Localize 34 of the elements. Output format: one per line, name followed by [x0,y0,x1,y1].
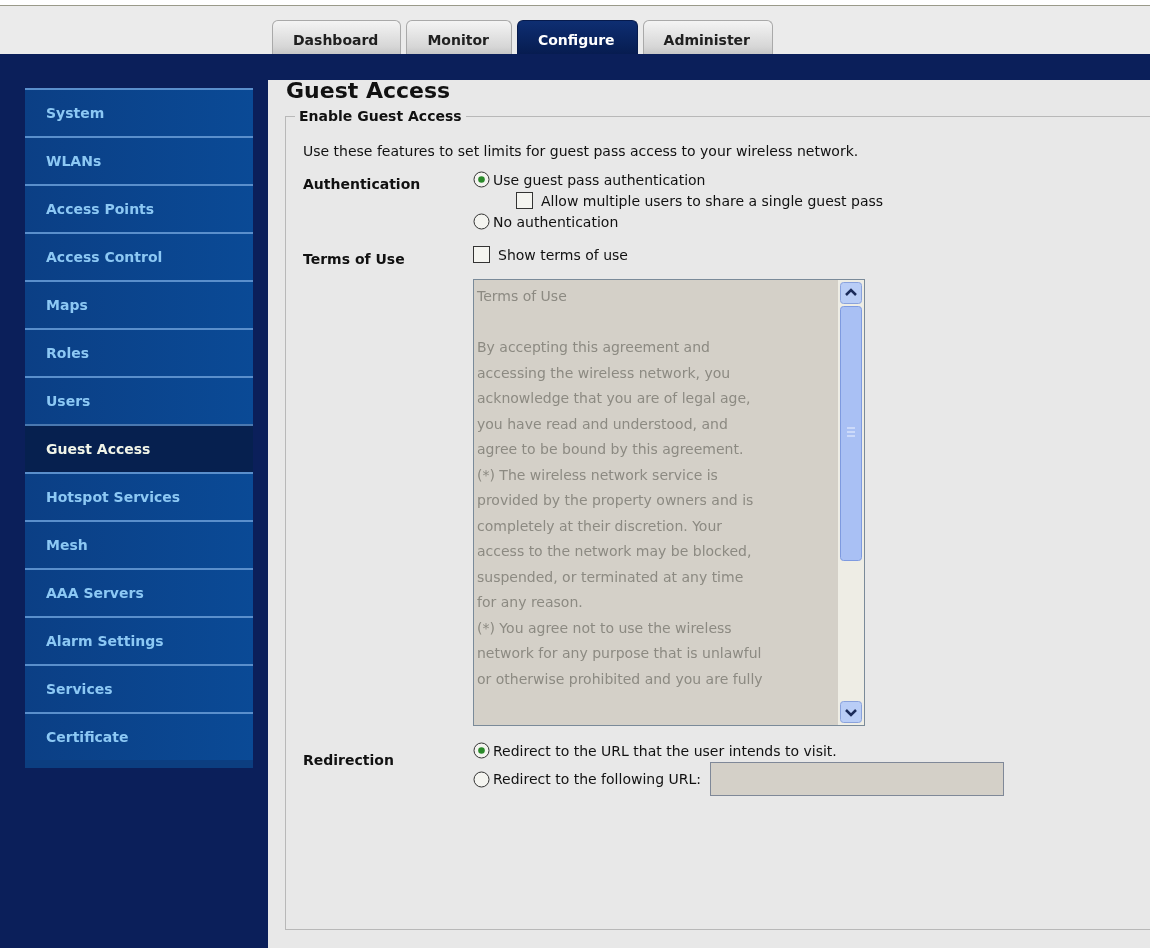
sidebar-item[interactable]: Guest Access [25,424,253,472]
sidebar-item[interactable]: Services [25,664,253,712]
sidebar-item[interactable]: Alarm Settings [25,616,253,664]
sidebar-item[interactable]: Certificate [25,712,253,760]
sidebar-item[interactable]: System [25,88,253,136]
field-label: Authentication [303,175,422,194]
sidebar-item[interactable]: Maps [25,280,253,328]
radio-button[interactable] [473,213,490,230]
sidebar-item[interactable]: Users [25,376,253,424]
option-label: Allow multiple users to share a single guest pass [541,192,884,209]
option-label: Show terms of use [498,246,628,263]
radio-button[interactable] [473,742,490,759]
option-label: No authentication [493,213,619,230]
page-title: Guest Access [285,80,452,105]
scroll-up-icon[interactable] [840,282,862,304]
sidebar-item[interactable]: Access Control [25,232,253,280]
radio-button[interactable] [473,171,490,188]
intro-text: Use these features to set limits for guest pass access to your wireless network. [303,143,860,159]
radio-button[interactable] [473,770,490,788]
sidebar-item[interactable]: Hotspot Services [25,472,253,520]
scroll-down-icon[interactable] [840,701,862,723]
section-legend: Enable Guest Access [295,108,466,124]
scroll-thumb[interactable] [840,306,862,561]
option-label: Redirect to the following URL: [493,771,701,787]
sidebar-item[interactable]: WLANs [25,136,253,184]
sidebar-item[interactable]: Access Points [25,184,253,232]
option-label: Use guest pass authentication [493,171,706,188]
sidebar-item[interactable]: AAA Servers [25,568,253,616]
option-label: Redirect to the URL that the user intends to visit. [493,742,837,759]
sidebar-item[interactable]: Roles [25,328,253,376]
sidebar-item[interactable]: Mesh [25,520,253,568]
checkbox[interactable] [516,192,533,209]
field-label: Terms of Use [303,250,406,269]
field-label: Redirection [303,751,395,770]
